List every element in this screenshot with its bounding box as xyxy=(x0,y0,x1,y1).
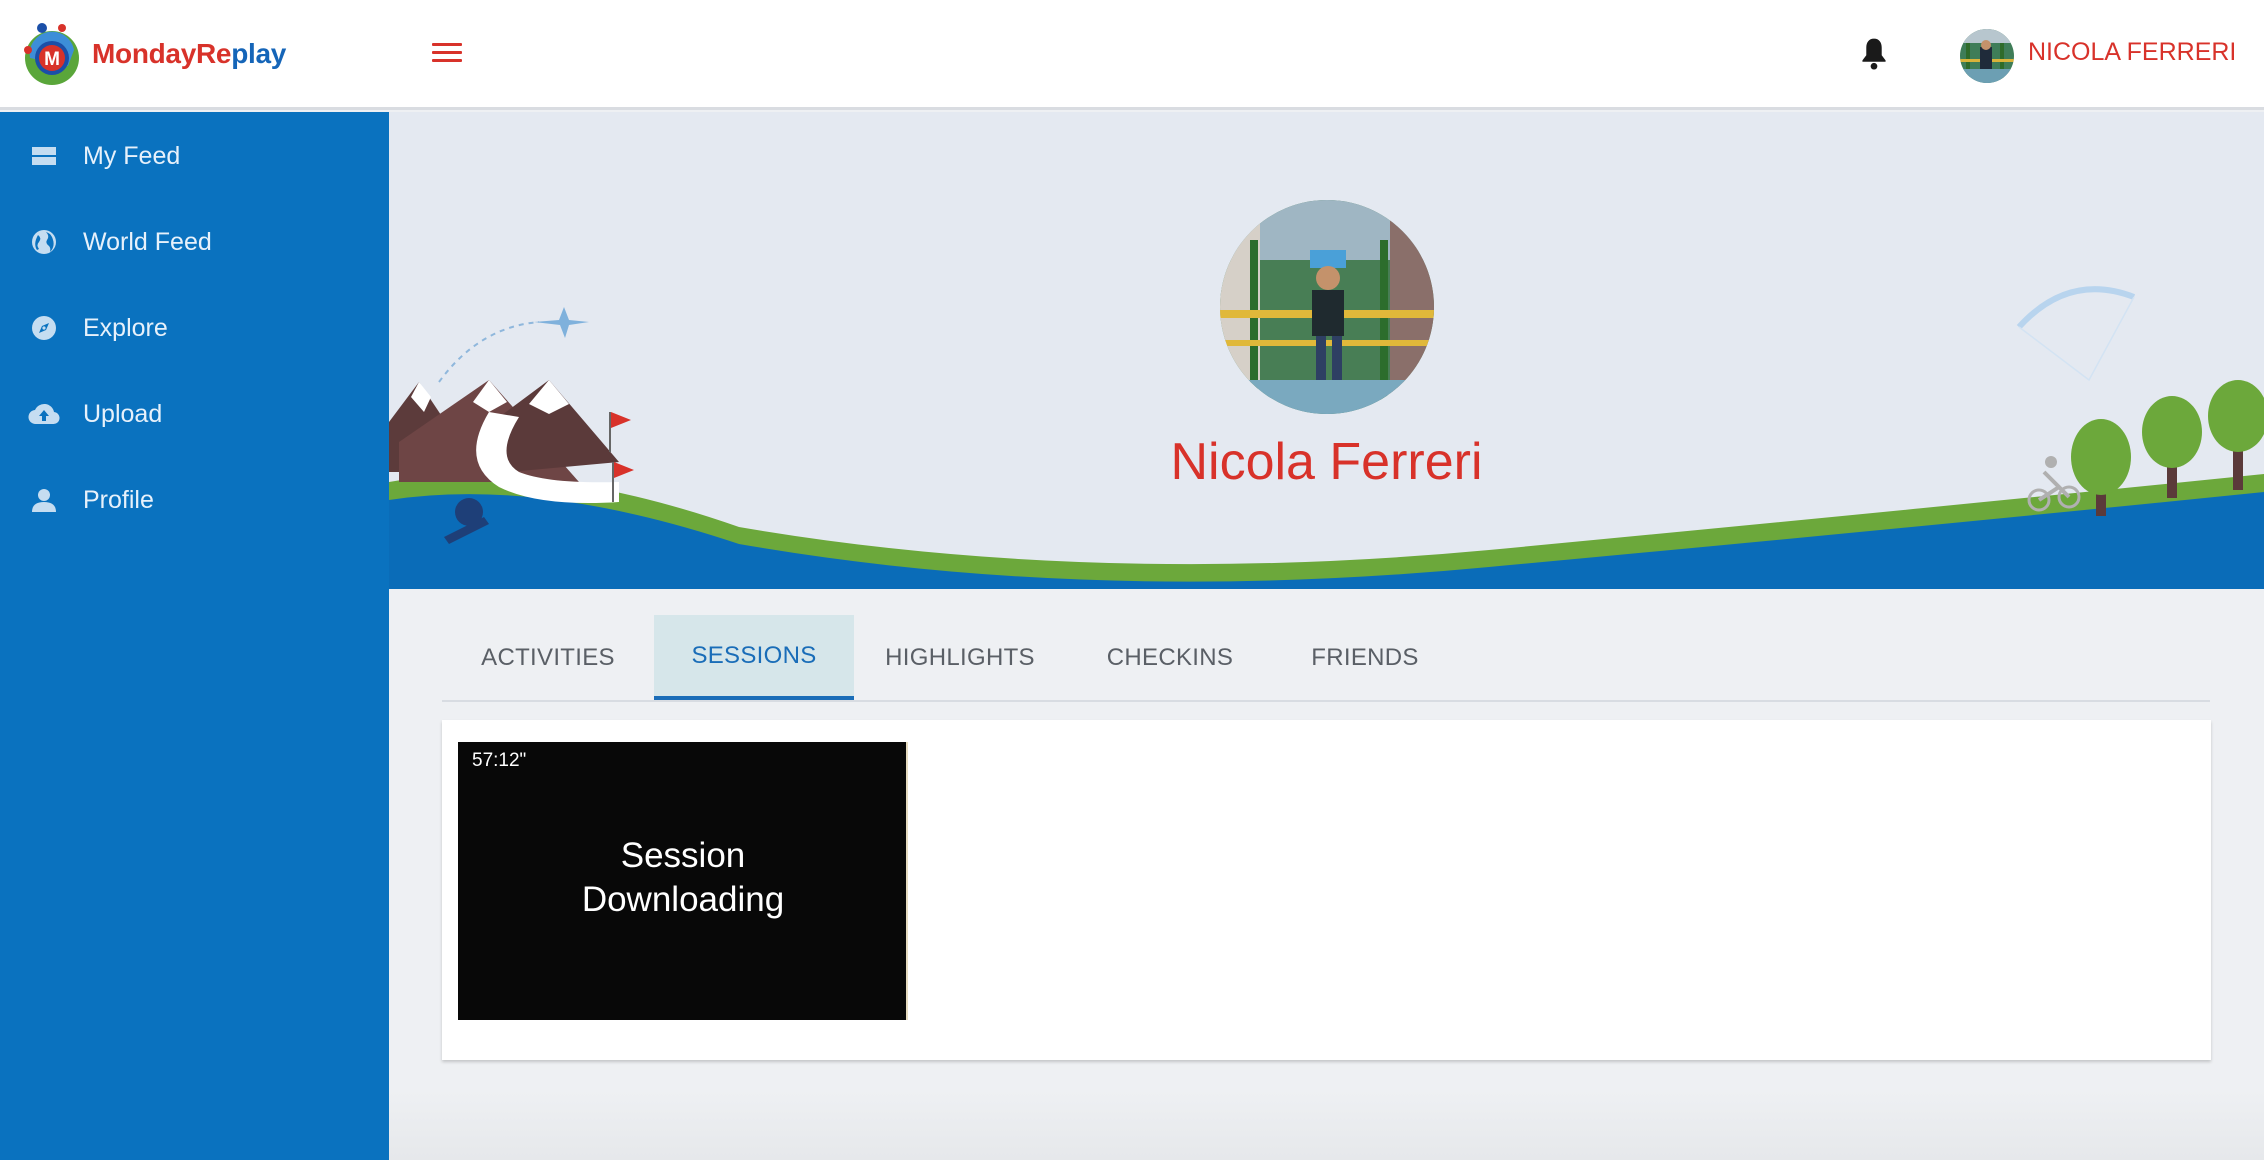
svg-text:M: M xyxy=(44,49,60,70)
profile-banner: Nicola Ferreri xyxy=(389,112,2264,589)
sidebar-item-label: World Feed xyxy=(83,227,212,256)
sidebar-item-label: Profile xyxy=(83,485,154,514)
tab-sessions[interactable]: SESSIONS xyxy=(654,615,854,700)
user-name-link[interactable]: NICOLA FERRERI xyxy=(2028,38,2236,67)
tab-checkins[interactable]: CHECKINS xyxy=(1066,615,1274,700)
sidebar-item-label: Upload xyxy=(83,399,163,428)
sidebar-item-upload[interactable]: Upload xyxy=(0,379,389,449)
compass-icon xyxy=(28,312,60,344)
tab-highlights[interactable]: HIGHLIGHTS xyxy=(854,615,1066,700)
hamburger-icon[interactable] xyxy=(432,43,462,67)
sidebar-item-my-feed[interactable]: My Feed xyxy=(0,121,389,191)
session-status-line1: Session xyxy=(620,836,746,875)
sidebar-item-world-feed[interactable]: World Feed xyxy=(0,207,389,277)
feed-icon xyxy=(28,140,60,172)
profile-tabs: ACTIVITIES SESSIONS HIGHLIGHTS CHECKINS … xyxy=(442,615,2210,702)
sidebar-item-explore[interactable]: Explore xyxy=(0,293,389,363)
sessions-panel: 57:12" Session Downloading xyxy=(442,720,2211,1060)
person-icon xyxy=(28,484,60,516)
tab-activities[interactable]: ACTIVITIES xyxy=(442,615,654,700)
logo-globe-icon: M xyxy=(16,20,84,88)
session-status-line2: Downloading xyxy=(581,880,785,919)
app-logo[interactable]: M MondayReplay xyxy=(16,14,296,94)
user-avatar[interactable] xyxy=(1960,29,2014,83)
tab-friends[interactable]: FRIENDS xyxy=(1274,615,1456,700)
cloud-upload-icon xyxy=(28,398,60,430)
profile-name: Nicola Ferreri xyxy=(1170,433,1483,491)
session-duration: 57:12" xyxy=(472,750,527,771)
bell-icon[interactable] xyxy=(1858,36,1890,72)
session-status: Session Downloading xyxy=(458,834,908,922)
sidebar-item-label: My Feed xyxy=(83,141,181,170)
sidebar: My Feed World Feed Explore Upload Profil… xyxy=(0,112,389,1160)
top-bar: M MondayReplay NICOLA FERRERI xyxy=(0,0,2264,110)
session-card[interactable]: 57:12" Session Downloading xyxy=(458,742,908,1020)
sidebar-item-label: Explore xyxy=(83,313,168,342)
logo-wordmark: MondayReplay xyxy=(92,38,287,69)
page-footer-area xyxy=(389,1090,2264,1160)
profile-photo xyxy=(1220,200,1434,414)
globe-icon xyxy=(28,226,60,258)
sidebar-item-profile[interactable]: Profile xyxy=(0,465,389,535)
